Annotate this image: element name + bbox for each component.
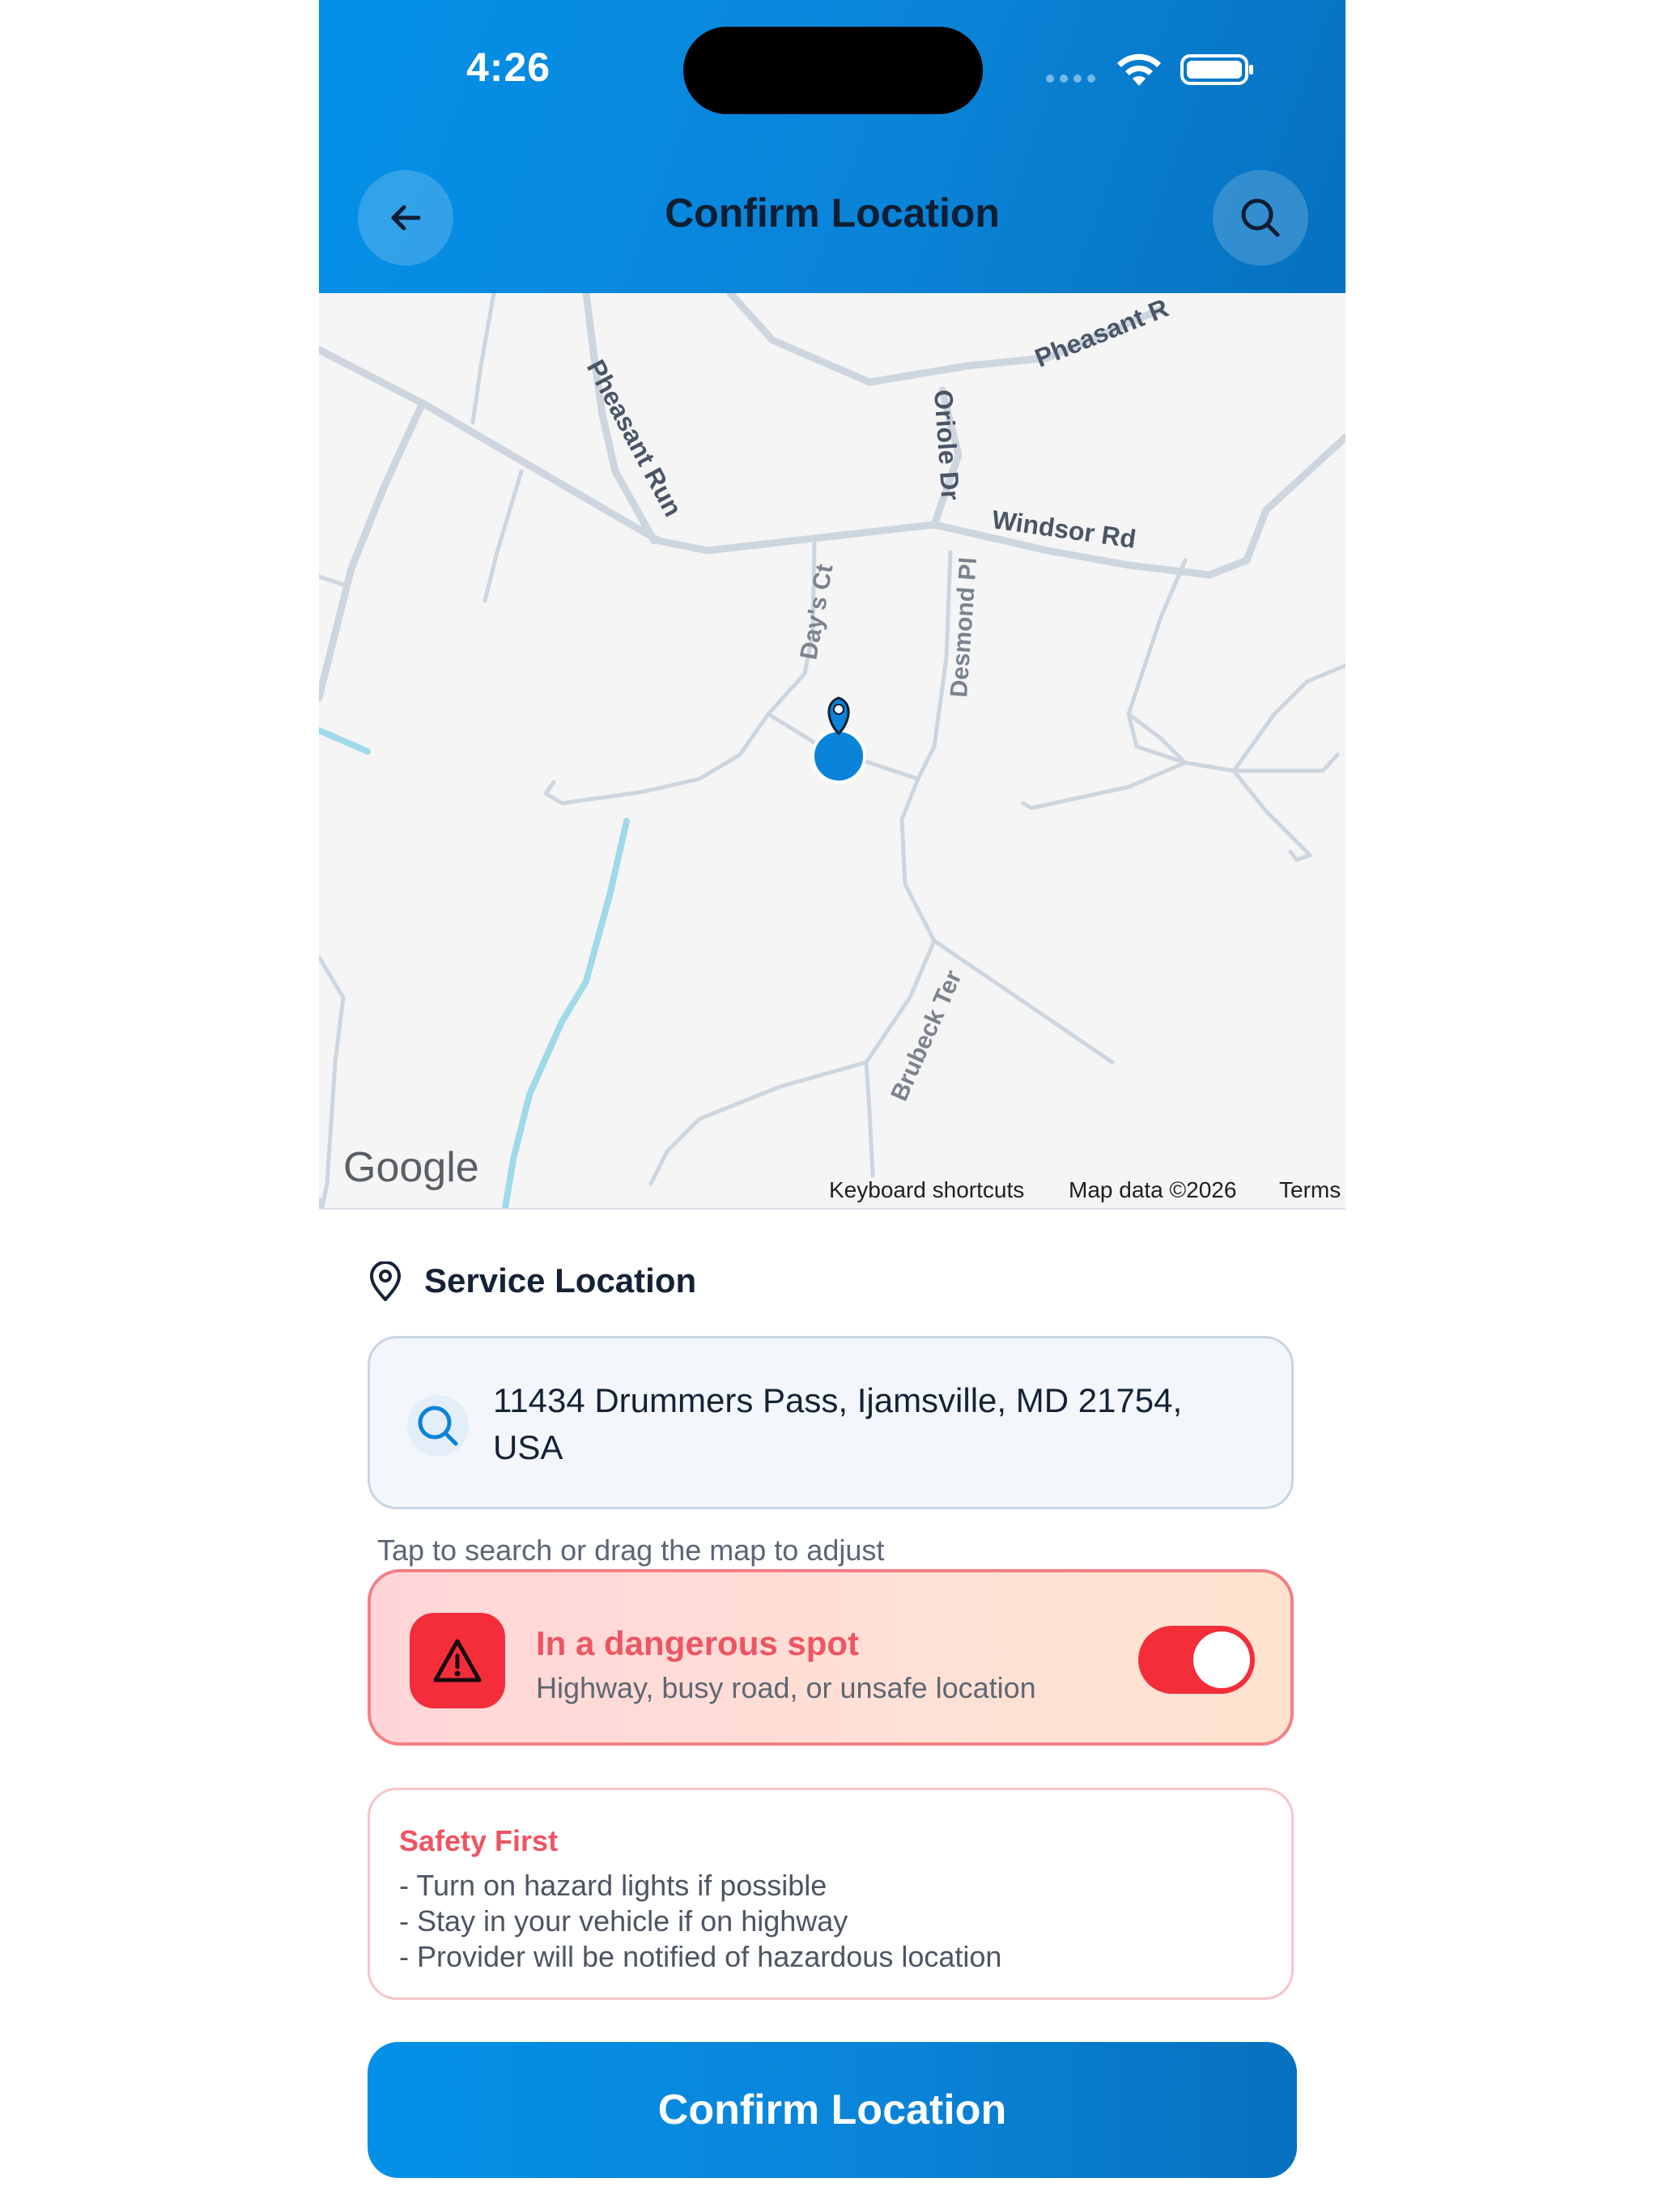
- phone-screen: 4:26 Confirm Location Pheasant Run Pheas…: [319, 0, 1346, 2212]
- safety-first-card: Safety First - Turn on hazard lights if …: [368, 1788, 1294, 2000]
- list-item: - Provider will be notified of hazardous…: [399, 1940, 1002, 1973]
- dynamic-island: [683, 27, 983, 114]
- search-icon: [1241, 198, 1280, 237]
- danger-toggle[interactable]: [1138, 1626, 1255, 1694]
- dangerous-spot-card[interactable]: In a dangerous spot Highway, busy road, …: [368, 1569, 1294, 1746]
- map-roads: Pheasant Run Pheasant R Oriole Dr Windso…: [319, 293, 1346, 1208]
- cellular-signal-icon: [1046, 74, 1095, 83]
- street-label-pheasant-top: Pheasant R: [1031, 293, 1172, 372]
- search-icon: [407, 1395, 469, 1457]
- street-label-brubeck: Brubeck Ter: [886, 966, 967, 1105]
- warning-icon: [410, 1613, 505, 1708]
- street-label-days-ct: Day's Ct: [795, 562, 838, 661]
- terms-link[interactable]: Terms: [1279, 1177, 1341, 1203]
- search-button[interactable]: [1213, 170, 1308, 266]
- safety-list: - Turn on hazard lights if possible - St…: [399, 1868, 1001, 1975]
- street-label-windsor: Windsor Rd: [990, 504, 1138, 554]
- street-label-pheasant-run: Pheasant Run: [581, 355, 688, 521]
- battery-icon: [1180, 54, 1253, 85]
- toggle-knob: [1193, 1631, 1250, 1688]
- header: 4:26 Confirm Location: [319, 0, 1346, 293]
- google-logo: Google: [343, 1144, 479, 1191]
- address-hint: Tap to search or drag the map to adjust: [377, 1534, 885, 1567]
- address-value: 11434 Drummers Pass, Ijamsville, MD 2175…: [493, 1381, 1183, 1466]
- danger-title: In a dangerous spot: [536, 1624, 860, 1662]
- location-pin-icon: [370, 1261, 401, 1301]
- map-data-label: Map data ©2026: [1069, 1177, 1237, 1202]
- page-title: Confirm Location: [665, 190, 1000, 236]
- confirm-location-button[interactable]: Confirm Location: [368, 2042, 1297, 2178]
- map-view[interactable]: Pheasant Run Pheasant R Oriole Dr Windso…: [319, 293, 1346, 1210]
- street-label-oriole: Oriole Dr: [929, 389, 965, 501]
- wifi-icon: [1117, 53, 1161, 86]
- safety-title: Safety First: [399, 1824, 559, 1857]
- service-location-label: Service Location: [424, 1261, 697, 1300]
- list-item: - Stay in your vehicle if on highway: [399, 1904, 848, 1938]
- list-item: - Turn on hazard lights if possible: [399, 1869, 827, 1902]
- address-search-field[interactable]: 11434 Drummers Pass, Ijamsville, MD 2175…: [368, 1336, 1294, 1509]
- status-time: 4:26: [466, 45, 551, 90]
- location-marker-icon[interactable]: [811, 696, 866, 784]
- danger-subtitle: Highway, busy road, or unsafe location: [536, 1671, 1036, 1704]
- keyboard-shortcuts-link[interactable]: Keyboard shortcuts: [829, 1177, 1024, 1203]
